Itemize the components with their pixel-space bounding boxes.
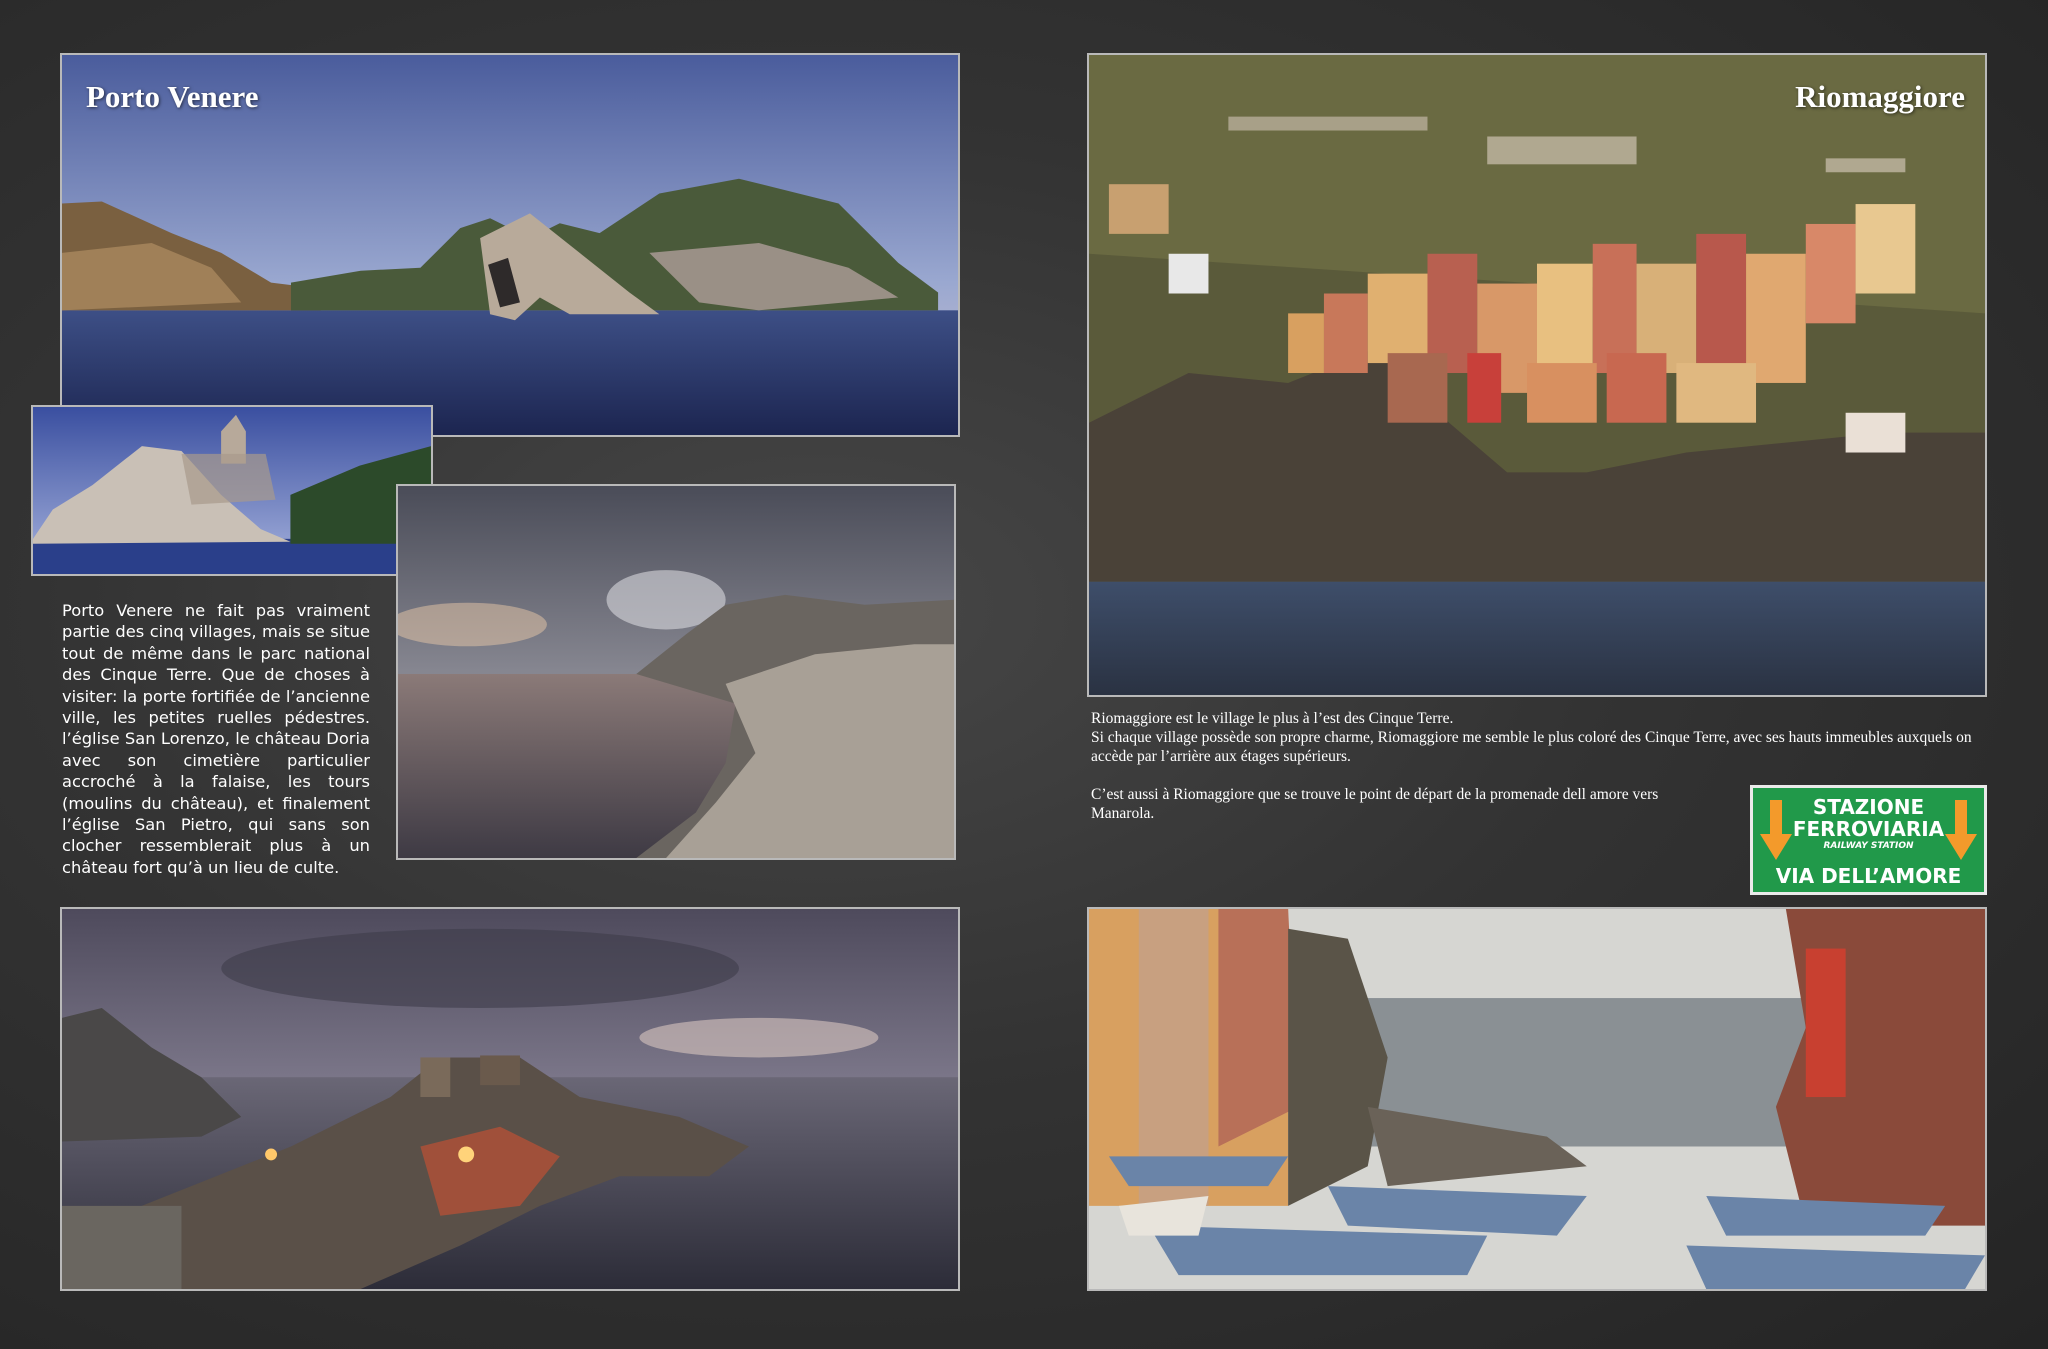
riomaggiore-title: Riomaggiore — [1795, 79, 1965, 114]
riomaggiore-harbour-boats-photo — [1087, 907, 1987, 1291]
riomaggiore-description-1: Riomaggiore est le village le plus à l’e… — [1091, 710, 1972, 765]
via-dell-amore-sign: STAZIONE FERROVIARIA RAILWAY STATION VIA… — [1750, 785, 1987, 895]
riomaggiore-description-2: C’est aussi à Riomaggiore que se trouve … — [1091, 786, 1659, 822]
cliff-sunset-photo — [396, 484, 956, 860]
porto-venere-coast-photo: Porto Venere — [60, 53, 960, 437]
porto-venere-dusk-photo — [60, 907, 960, 1291]
sign-line-railway-station: RAILWAY STATION — [1823, 841, 1914, 851]
sign-line-ferroviaria: FERROVIARIA — [1792, 817, 1945, 841]
sign-line-via-dell-amore: VIA DELL’AMORE — [1775, 864, 1962, 888]
sign-line-stazione: STAZIONE — [1812, 795, 1925, 819]
porto-venere-description: Porto Venere ne fait pas vraiment partie… — [62, 601, 370, 877]
riomaggiore-village-photo: Riomaggiore — [1087, 53, 1987, 697]
porto-venere-title: Porto Venere — [86, 79, 259, 114]
san-pietro-church-photo — [31, 405, 433, 576]
